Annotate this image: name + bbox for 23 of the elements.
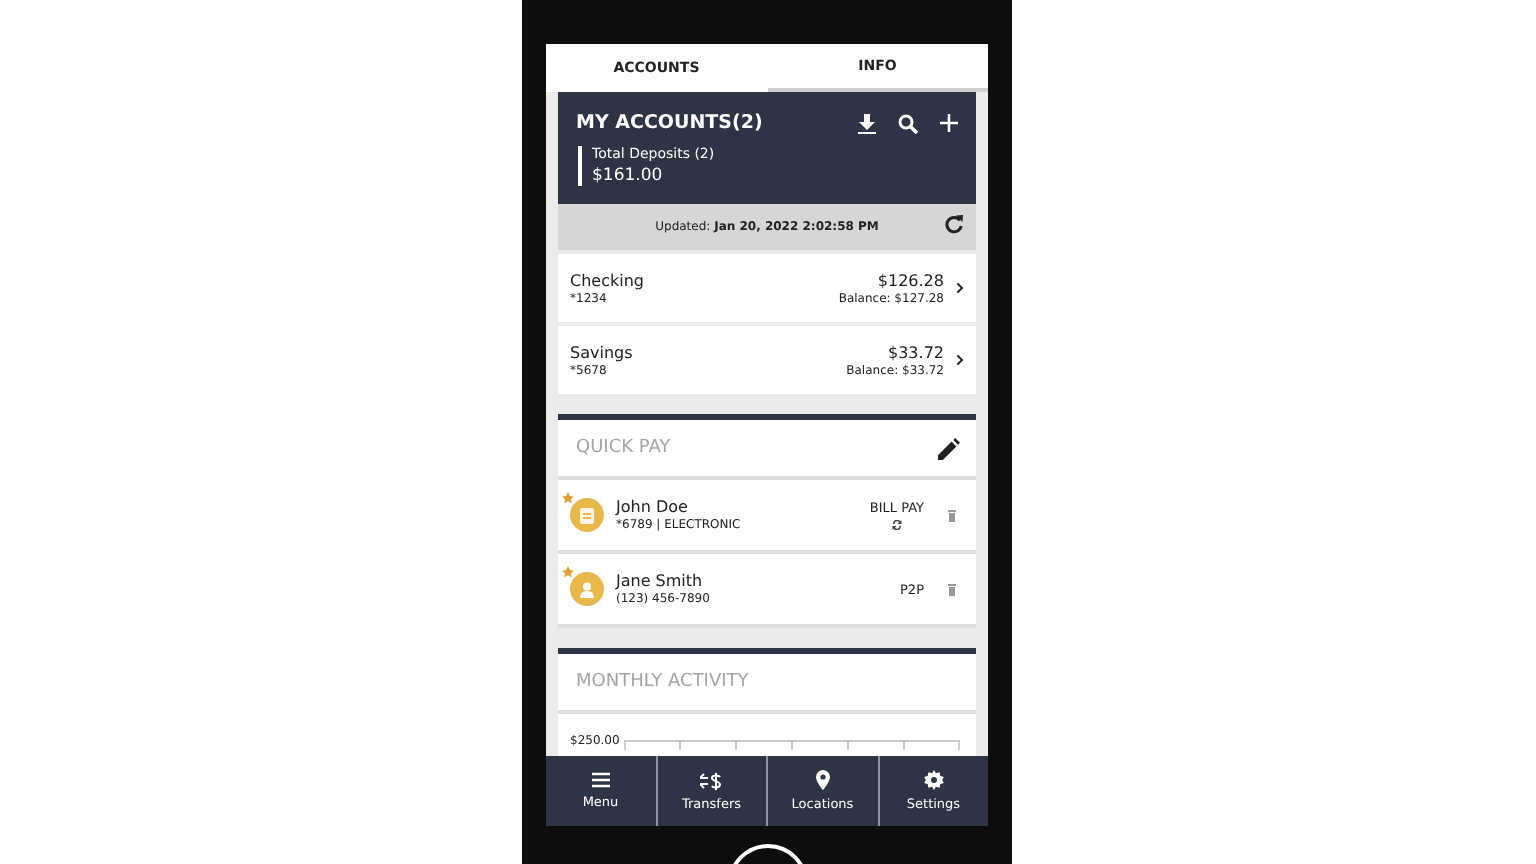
chevron-right-icon bbox=[956, 282, 964, 294]
menu-icon bbox=[591, 772, 610, 788]
section-title: QUICK PAY bbox=[576, 438, 673, 458]
delete-button[interactable] bbox=[948, 509, 956, 521]
payee-name: Jane Smith bbox=[616, 572, 703, 590]
total-deposits-value: $161.00 bbox=[592, 166, 665, 186]
search-button[interactable] bbox=[898, 113, 918, 133]
account-amount: $33.72 bbox=[888, 343, 944, 361]
refresh-button[interactable] bbox=[944, 214, 964, 234]
payee-name: John Doe bbox=[616, 498, 688, 516]
settings-icon bbox=[923, 770, 944, 790]
delete-button[interactable] bbox=[948, 583, 956, 595]
account-name: Checking bbox=[570, 271, 644, 289]
chevron-right-icon bbox=[956, 354, 964, 366]
transfer-icon bbox=[700, 771, 723, 789]
location-pin-icon bbox=[815, 770, 830, 790]
account-amount: $126.28 bbox=[877, 271, 944, 289]
section-title: MY ACCOUNTS(2) bbox=[576, 112, 765, 134]
edit-button[interactable] bbox=[938, 437, 960, 459]
account-name: Savings bbox=[570, 343, 633, 361]
download-button[interactable] bbox=[858, 113, 876, 133]
section-title: MONTHLY ACTIVITY bbox=[576, 672, 751, 692]
add-button[interactable] bbox=[940, 114, 958, 132]
